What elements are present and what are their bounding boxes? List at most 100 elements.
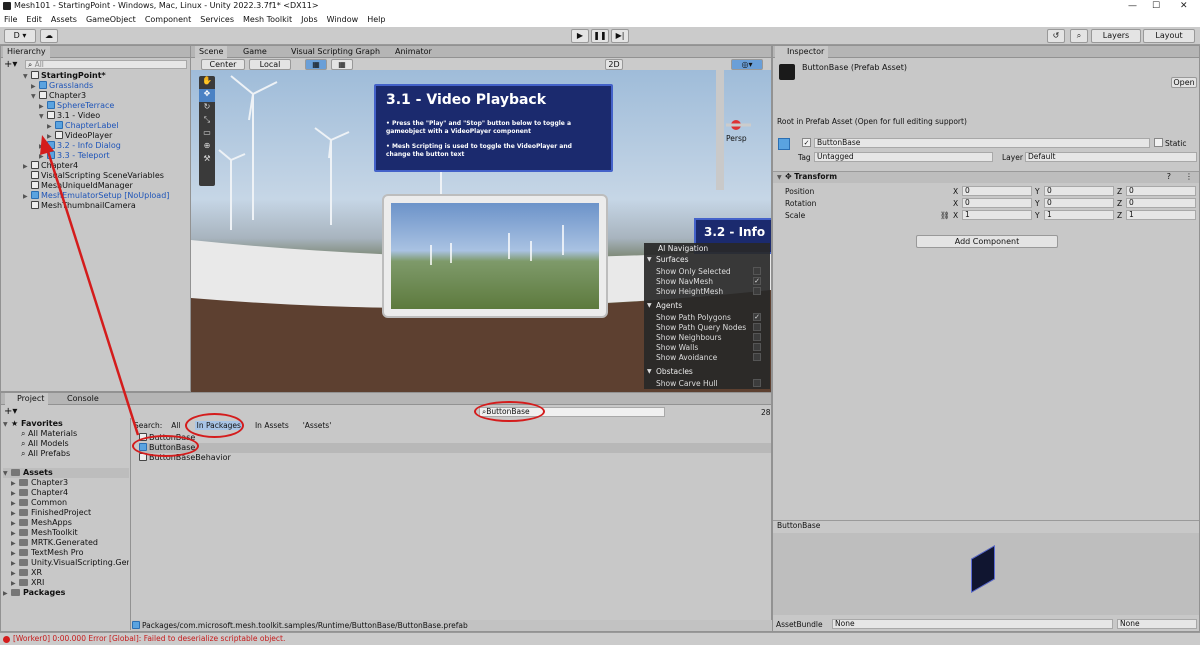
hierarchy-add-button[interactable]: +▾ xyxy=(4,59,17,70)
menu-component[interactable]: Component xyxy=(145,13,191,27)
menu-help[interactable]: Help xyxy=(367,13,385,27)
transform-scale-x-input[interactable]: 1 xyxy=(962,210,1032,220)
history-icon[interactable]: ↺ xyxy=(1047,29,1065,43)
close-button[interactable]: ✕ xyxy=(1180,1,1188,11)
favorite-item[interactable]: ⌕ All Materials xyxy=(21,429,77,439)
expand-arrow-icon[interactable]: ▶ xyxy=(11,539,19,548)
collapse-arrow-icon[interactable]: ▼ xyxy=(647,301,652,311)
mode-2d-button[interactable]: 2D xyxy=(605,59,623,70)
menu-edit[interactable]: Edit xyxy=(26,13,42,27)
filter-in-packages[interactable]: In Packages xyxy=(194,420,243,430)
asset-folder[interactable]: ▶ Chapter3 xyxy=(11,478,129,488)
project-search-input[interactable]: ⌕ButtonBase xyxy=(479,407,665,417)
favorites-header[interactable]: ▼ ★ Favorites xyxy=(3,419,63,429)
space-dropdown[interactable]: Local xyxy=(249,59,291,70)
expand-arrow-icon[interactable]: ▼ xyxy=(31,92,39,102)
scale-tool-icon[interactable]: ⤡ xyxy=(199,115,215,128)
ai-section-header[interactable]: Agents xyxy=(656,301,682,311)
help-icon[interactable]: ? xyxy=(1167,172,1171,181)
search-result[interactable]: ButtonBaseBehavior xyxy=(139,453,771,463)
ai-option-checkbox[interactable] xyxy=(753,343,761,351)
link-icon[interactable]: ⛓ xyxy=(940,211,950,220)
minimize-button[interactable]: — xyxy=(1128,1,1137,11)
maximize-button[interactable]: ☐ xyxy=(1152,1,1160,11)
pivot-dropdown[interactable]: Center xyxy=(201,59,245,70)
asset-folder[interactable]: ▶ Common xyxy=(11,498,129,508)
menu-services[interactable]: Services xyxy=(200,13,234,27)
ai-option[interactable]: Show Path Polygons ✓ xyxy=(656,313,766,323)
tab-scene[interactable]: Scene xyxy=(195,46,228,58)
tab-animator[interactable]: Animator xyxy=(391,46,436,58)
hierarchy-root[interactable]: ▼ StartingPoint* xyxy=(23,71,106,81)
custom-tool-icon[interactable]: ⚒ xyxy=(199,154,215,167)
asset-folder[interactable]: ▶ MeshToolkit xyxy=(11,528,129,538)
asset-folder[interactable]: ▶ XRI xyxy=(11,578,129,588)
ai-option-checkbox[interactable] xyxy=(753,353,761,361)
grid-snap-button[interactable]: ▦ xyxy=(305,59,327,70)
assetbundle-dropdown[interactable]: None xyxy=(832,619,1113,629)
ai-option-checkbox[interactable] xyxy=(753,379,761,387)
favorite-item[interactable]: ⌕ All Models xyxy=(21,439,69,449)
hierarchy-item[interactable]: ▶ Grasslands xyxy=(31,81,93,91)
filter-all[interactable]: All xyxy=(171,421,180,430)
tab-game[interactable]: Game xyxy=(239,46,271,58)
rotate-tool-icon[interactable]: ↻ xyxy=(199,102,215,115)
ai-option[interactable]: Show Neighbours xyxy=(656,333,766,343)
ai-option-checkbox[interactable] xyxy=(753,323,761,331)
increment-snap-button[interactable]: ▦ xyxy=(331,59,353,70)
ai-option[interactable]: Show HeightMesh xyxy=(656,287,766,297)
open-button[interactable]: Open xyxy=(1171,77,1197,88)
favorite-item[interactable]: ⌕ All Prefabs xyxy=(21,449,70,459)
transform-rotation-y-input[interactable]: 0 xyxy=(1044,198,1114,208)
tab-console[interactable]: Console xyxy=(55,393,103,405)
search-result[interactable]: ButtonBase xyxy=(139,433,771,443)
expand-arrow-icon[interactable]: ▶ xyxy=(11,559,19,568)
menu-file[interactable]: File xyxy=(4,13,17,27)
asset-folder[interactable]: ▶ MRTK.Generated xyxy=(11,538,129,548)
active-checkbox[interactable]: ✓ xyxy=(802,138,811,147)
transform-header[interactable]: ▼ ✥ Transform ? ⋮ xyxy=(773,171,1199,183)
step-button[interactable]: ▶| xyxy=(611,29,629,43)
add-component-button[interactable]: Add Component xyxy=(916,235,1058,248)
pause-button[interactable]: ❚❚ xyxy=(591,29,609,43)
status-error[interactable]: [Worker0] 0:00.000 Error [Global]: Faile… xyxy=(13,634,285,643)
settings-icon[interactable]: ⋮ xyxy=(1185,172,1193,181)
project-add-button[interactable]: +▾ xyxy=(4,406,17,417)
assetbundle-variant-dropdown[interactable]: None xyxy=(1117,619,1197,629)
ai-option-checkbox[interactable] xyxy=(753,287,761,295)
expand-arrow-icon[interactable]: ▶ xyxy=(11,509,19,518)
hierarchy-item[interactable]: ▼ 3.1 - Video xyxy=(39,111,100,121)
transform-position-z-input[interactable]: 0 xyxy=(1126,186,1196,196)
expand-arrow-icon[interactable]: ▶ xyxy=(11,569,19,578)
tab-inspector[interactable]: Inspector xyxy=(775,46,829,58)
tag-dropdown[interactable]: Untagged xyxy=(814,152,993,162)
expand-arrow-icon[interactable]: ▶ xyxy=(11,579,19,588)
menu-assets[interactable]: Assets xyxy=(51,13,77,27)
play-button[interactable]: ▶ xyxy=(571,29,589,43)
hierarchy-item[interactable]: ▶ Chapter4 xyxy=(23,161,78,171)
hierarchy-item[interactable]: ▶ VideoPlayer xyxy=(47,131,112,141)
packages-header[interactable]: ▶ Packages xyxy=(3,588,65,598)
account-dropdown[interactable]: D ▾ xyxy=(4,29,36,43)
search-result[interactable]: ButtonBase xyxy=(139,443,771,453)
ai-option[interactable]: Show Path Query Nodes xyxy=(656,323,766,333)
asset-folder[interactable]: ▶ FinishedProject xyxy=(11,508,129,518)
assets-header[interactable]: ▼ Assets xyxy=(3,468,129,478)
transform-position-x-input[interactable]: 0 xyxy=(962,186,1032,196)
hierarchy-item[interactable]: MeshThumbnailCamera xyxy=(23,201,136,211)
expand-arrow-icon[interactable]: ▶ xyxy=(11,549,19,558)
hierarchy-search-input[interactable]: ⌕ All xyxy=(25,60,187,69)
ai-option-checkbox[interactable]: ✓ xyxy=(753,313,761,321)
hand-tool-icon[interactable]: ✋ xyxy=(199,76,215,89)
asset-folder[interactable]: ▶ XR xyxy=(11,568,129,578)
hierarchy-item[interactable]: ▶ SphereTerrace xyxy=(39,101,114,111)
ai-section-header[interactable]: Obstacles xyxy=(656,367,693,377)
expand-arrow-icon[interactable]: ▶ xyxy=(11,519,19,528)
filter-assets-folder[interactable]: 'Assets' xyxy=(303,421,332,430)
tab-visual-scripting-graph[interactable]: Visual Scripting Graph xyxy=(287,46,384,58)
hierarchy-item[interactable]: ▼ Chapter3 xyxy=(31,91,86,101)
transform-scale-y-input[interactable]: 1 xyxy=(1044,210,1114,220)
ai-option-checkbox[interactable] xyxy=(753,333,761,341)
hierarchy-item[interactable]: ▶ ChapterLabel xyxy=(47,121,119,131)
asset-folder[interactable]: ▶ Unity.VisualScripting.Genera xyxy=(11,558,129,568)
